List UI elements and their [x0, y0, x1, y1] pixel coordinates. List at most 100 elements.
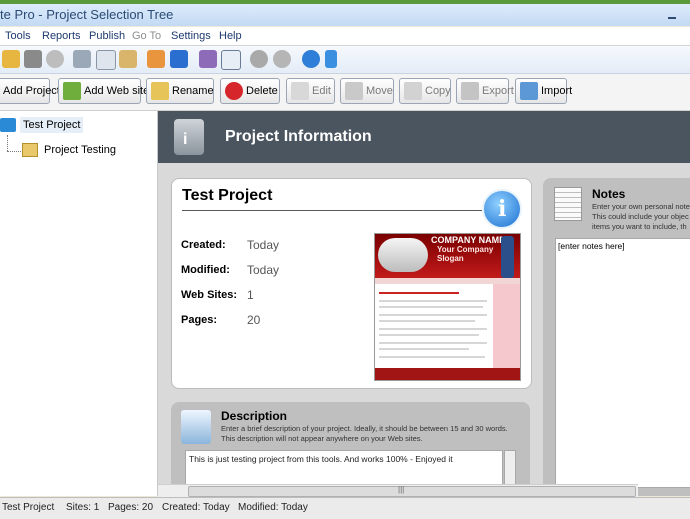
circle2-icon[interactable]: [273, 50, 291, 68]
thumb-text-line: [379, 292, 459, 294]
import-icon: [520, 82, 538, 100]
delete-icon: [225, 82, 243, 100]
notes-textarea[interactable]: [enter notes here]: [555, 238, 690, 488]
scrollbar-thumb[interactable]: [188, 486, 636, 497]
websites-value: 1: [247, 288, 254, 302]
created-value: Today: [247, 238, 280, 252]
notepad-icon: [554, 187, 582, 221]
tree-item-project-testing[interactable]: Project Testing: [22, 143, 116, 157]
edit-icon: [291, 82, 309, 100]
panel-title: Project Information: [225, 128, 372, 145]
menu-reports[interactable]: Reports: [42, 30, 81, 42]
thumb-text-line: [379, 334, 479, 336]
window-title: te Pro - Project Selection Tree: [0, 7, 174, 22]
horizontal-scrollbar[interactable]: |||: [158, 484, 638, 497]
open-icon[interactable]: [2, 50, 20, 68]
paste-icon[interactable]: [119, 50, 137, 68]
website-icon: [22, 143, 38, 157]
description-card: Description Enter a brief description of…: [171, 402, 530, 496]
scroll-grip-icon: |||: [398, 485, 405, 494]
notes-title: Notes: [592, 187, 626, 201]
menu-goto[interactable]: Go To: [132, 30, 161, 42]
project-info-card: Test Project i Created: Today Modified: …: [171, 178, 532, 389]
tree-item-test-project[interactable]: Test Project: [0, 117, 84, 133]
notes-card: Notes Enter your own personal notes This…: [543, 178, 690, 496]
thumb-text-line: [379, 328, 487, 330]
thumb-text-line: [379, 356, 485, 358]
title-bar: te Pro - Project Selection Tree: [0, 4, 690, 26]
thumb-text-line: [379, 314, 487, 316]
export-icon: [461, 82, 479, 100]
project-info-icon: i: [174, 119, 204, 155]
description-title: Description: [221, 409, 288, 423]
menu-tools[interactable]: Tools: [5, 30, 31, 42]
help-icon[interactable]: [302, 50, 320, 68]
thumb-text-line: [379, 320, 475, 322]
rename-button[interactable]: Rename: [146, 78, 214, 104]
import-button[interactable]: Import: [515, 78, 572, 104]
menu-publish[interactable]: Publish: [89, 30, 125, 42]
pencil-icon: [151, 82, 169, 100]
created-label: Created:: [181, 239, 226, 251]
thumb-blueprint: [378, 238, 428, 272]
pages-label: Pages:: [181, 314, 218, 326]
copy-action-icon: [404, 82, 422, 100]
menu-bar: Tools Reports Publish Go To Settings Hel…: [0, 27, 690, 46]
export-button[interactable]: Export: [456, 78, 514, 104]
list-icon[interactable]: [221, 50, 241, 70]
add-project-button[interactable]: Add Project: [0, 78, 60, 104]
project-panel: i Project Information Test Project i Cre…: [158, 111, 690, 496]
thumb-text-line: [379, 300, 487, 302]
minimize-icon[interactable]: [668, 17, 676, 19]
modified-label: Modified:: [181, 264, 230, 276]
thumb-footer: [375, 368, 520, 380]
thumb-text-line: [379, 342, 487, 344]
folder-icon: [0, 118, 16, 132]
add-web-site-button[interactable]: Add Web site: [58, 78, 149, 104]
copy-button[interactable]: Copy: [399, 78, 451, 104]
thumb-worker: [501, 236, 514, 278]
thumb-text-line: [379, 348, 469, 350]
title-divider: [182, 210, 482, 211]
menu-settings[interactable]: Settings: [171, 30, 211, 42]
users-icon[interactable]: [147, 50, 165, 68]
status-bar: Test Project Sites: 1 Pages: 20 Created:…: [0, 497, 690, 519]
tree-connector: [7, 135, 8, 151]
websites-label: Web Sites:: [181, 289, 238, 301]
add-web-site-icon: [63, 82, 81, 100]
status-modified: Modified: Today: [238, 502, 308, 513]
action-toolbar: Add Project Add Web site Rename Delete E…: [0, 74, 690, 111]
copy-icon[interactable]: [96, 50, 116, 70]
google-icon[interactable]: [170, 50, 188, 68]
status-pages: Pages: 20: [108, 502, 154, 513]
thumb-company-name: COMPANY NAME: [431, 235, 506, 245]
description-icon: [181, 410, 211, 444]
menu-help[interactable]: Help: [219, 30, 242, 42]
status-created: Created: Today: [162, 502, 230, 513]
move-icon: [345, 82, 363, 100]
status-project: Test Project: [2, 502, 55, 513]
status-sites: Sites: 1: [66, 502, 100, 513]
website-thumbnail[interactable]: COMPANY NAME Your Company Slogan: [374, 233, 521, 381]
project-tree: Test Project Project Testing: [0, 111, 158, 496]
html-icon[interactable]: [199, 50, 217, 68]
thumb-sidebar: [493, 284, 520, 368]
project-name: Test Project: [182, 187, 273, 204]
icon-toolbar: [0, 46, 690, 74]
cancel-icon[interactable]: [46, 50, 64, 68]
panel-header: i Project Information: [158, 111, 690, 163]
notes-help: Enter your own personal notes This could…: [592, 202, 690, 231]
description-help: Enter a brief description of your projec…: [221, 424, 508, 443]
modified-value: Today: [247, 263, 280, 277]
edit-button[interactable]: Edit: [286, 78, 335, 104]
cut-icon[interactable]: [73, 50, 91, 68]
move-button[interactable]: Move: [340, 78, 394, 104]
save-icon[interactable]: [24, 50, 42, 68]
tree-connector: [7, 151, 21, 152]
delete-button[interactable]: Delete: [220, 78, 280, 104]
pages-value: 20: [247, 313, 261, 327]
thumb-text-line: [379, 306, 483, 308]
info-icon: i: [482, 189, 522, 229]
phone-icon[interactable]: [325, 50, 337, 68]
circle-icon[interactable]: [250, 50, 268, 68]
